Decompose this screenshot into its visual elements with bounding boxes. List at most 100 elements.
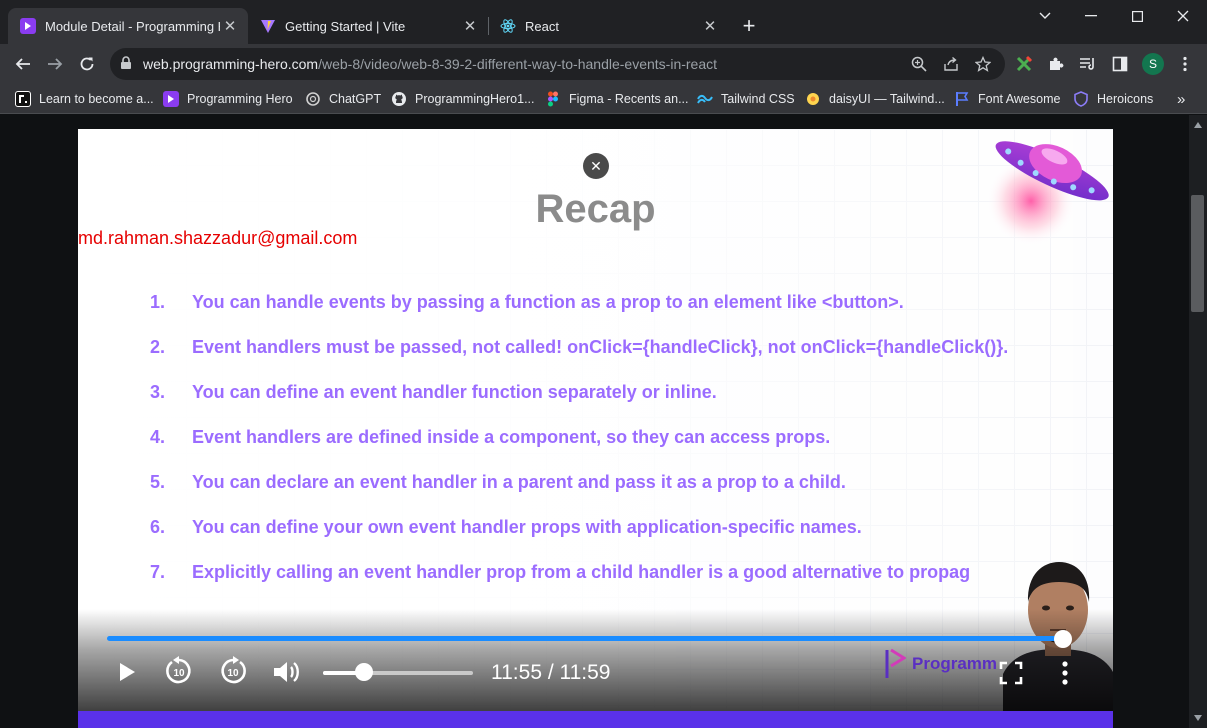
svg-text:10: 10	[173, 668, 185, 679]
item-text: You can define your own event handler pr…	[192, 517, 862, 537]
watermark-email: md.rahman.shazzadur@gmail.com	[78, 228, 358, 248]
side-panel-icon[interactable]	[1110, 54, 1130, 74]
scrollbar-thumb[interactable]	[1191, 195, 1204, 312]
item-number: 3.	[150, 382, 166, 402]
url-path: /web-8/video/web-8-39-2-different-way-to…	[318, 56, 718, 72]
item-text: You can define an event handler function…	[192, 382, 717, 402]
volume-icon[interactable]	[271, 657, 303, 687]
maximize-button[interactable]	[1114, 4, 1160, 28]
heroicons-icon	[1073, 91, 1089, 107]
more-bookmarks-chevron-icon[interactable]: »	[1177, 90, 1185, 108]
tab-title: React	[525, 18, 559, 34]
bookmark-item[interactable]: Heroicons	[1073, 90, 1153, 108]
reading-list-icon[interactable]	[1078, 54, 1098, 74]
share-icon[interactable]	[941, 54, 961, 74]
item-number: 1.	[150, 292, 166, 312]
bookmark-item[interactable]: Font Awesome	[954, 90, 1060, 108]
item-number: 6.	[150, 517, 166, 537]
url-host: web.programming-hero.com	[143, 56, 319, 72]
page-purple-banner	[78, 711, 1113, 728]
bookmark-label: Tailwind CSS	[721, 92, 795, 106]
tab-title: Module Detail - Programming Hero	[45, 18, 220, 34]
bookmark-label: Learn to become a...	[39, 92, 154, 106]
close-window-button[interactable]	[1160, 4, 1206, 28]
tab-strip: Module Detail - Programming Hero ✕ Getti…	[0, 0, 1207, 44]
item-number: 4.	[150, 427, 166, 447]
item-text: Explicitly calling an event handler prop…	[192, 562, 971, 582]
bookmark-label: Font Awesome	[978, 92, 1061, 106]
kebab-menu-icon[interactable]	[1175, 54, 1195, 74]
new-tab-button[interactable]: +	[737, 13, 761, 38]
tailwind-icon	[697, 91, 713, 107]
daisyui-icon	[805, 91, 821, 107]
r-logo-icon	[15, 91, 31, 107]
figma-icon	[545, 91, 561, 107]
item-text: You can handle events by passing a funct…	[192, 292, 904, 312]
programming-hero-logo-icon	[885, 648, 906, 678]
bookmark-item[interactable]: ChatGPT	[305, 90, 381, 108]
close-tab-icon[interactable]: ✕	[700, 16, 720, 36]
url-text: web.programming-hero.com/web-8/video/web…	[143, 56, 717, 72]
programming-hero-icon	[20, 18, 36, 34]
item-text: Event handlers are defined inside a comp…	[192, 427, 831, 447]
bookmark-item[interactable]: Learn to become a...	[15, 90, 154, 108]
forward-button[interactable]	[41, 50, 69, 78]
programming-hero-logo: Programm	[884, 647, 997, 681]
bookmark-label: daisyUI — Tailwind...	[829, 92, 945, 106]
close-overlay-button[interactable]: ✕	[583, 153, 609, 179]
bookmark-item[interactable]: daisyUI — Tailwind...	[805, 90, 945, 108]
volume-knob[interactable]	[354, 663, 373, 681]
bookmark-item[interactable]: Figma - Recents an...	[545, 90, 689, 108]
item-number: 2.	[150, 337, 166, 357]
vite-icon	[260, 18, 276, 34]
tab-react[interactable]: React ✕	[488, 8, 728, 44]
close-tab-icon[interactable]: ✕	[460, 16, 480, 36]
bookmarks-bar: Learn to become a... Programming Hero Ch…	[0, 84, 1207, 114]
bookmark-item[interactable]: ProgrammingHero1...	[391, 90, 535, 108]
bookmark-label: Programming Hero	[187, 92, 293, 106]
rewind-10-button[interactable]: 10	[163, 655, 195, 687]
minimize-button[interactable]	[1068, 4, 1114, 28]
tab-module-detail[interactable]: Module Detail - Programming Hero ✕	[8, 8, 248, 44]
logo-text: Programm	[912, 654, 998, 673]
tab-vite[interactable]: Getting Started | Vite ✕	[248, 8, 488, 44]
item-text: You can declare an event handler in a pa…	[192, 472, 846, 492]
bookmark-item[interactable]: Programming Hero	[163, 90, 293, 108]
reload-button[interactable]	[73, 50, 101, 78]
fullscreen-icon[interactable]	[997, 659, 1025, 687]
tab-title: Getting Started | Vite	[285, 18, 406, 34]
browser-toolbar: web.programming-hero.com/web-8/video/web…	[0, 44, 1207, 84]
bookmark-label: Heroicons	[1097, 92, 1154, 106]
item-number: 5.	[150, 472, 166, 492]
slide-title: Recap	[535, 187, 656, 231]
video-player[interactable]: ✕ Recap md.rahman.shazzadur@gmail.com 1.…	[78, 129, 1113, 711]
profile-avatar[interactable]: S	[1142, 53, 1164, 75]
chatgpt-icon	[305, 91, 321, 107]
item-number: 7.	[150, 562, 166, 582]
lock-icon	[120, 56, 132, 75]
font-awesome-icon	[954, 91, 970, 107]
video-timecode: 11:55 / 11:59	[491, 661, 611, 684]
zoom-icon[interactable]	[909, 54, 929, 74]
svg-text:10: 10	[227, 668, 239, 679]
bookmark-star-icon[interactable]	[973, 54, 993, 74]
bookmark-item[interactable]: Tailwind CSS	[697, 90, 795, 108]
more-options-icon[interactable]	[1056, 659, 1074, 687]
github-icon	[391, 91, 407, 107]
react-icon	[500, 18, 516, 34]
address-bar[interactable]: web.programming-hero.com/web-8/video/web…	[110, 48, 1005, 80]
back-button[interactable]	[9, 50, 37, 78]
item-text: Event handlers must be passed, not calle…	[192, 337, 1009, 357]
close-tab-icon[interactable]: ✕	[220, 16, 240, 36]
forward-10-button[interactable]: 10	[217, 655, 249, 687]
extension-tool-icon[interactable]	[1014, 54, 1034, 74]
play-button[interactable]	[114, 659, 140, 685]
volume-slider[interactable]	[323, 663, 473, 681]
chevron-down-icon[interactable]	[1022, 4, 1068, 28]
puzzle-extensions-icon[interactable]	[1046, 54, 1066, 74]
bookmark-label: ChatGPT	[329, 92, 382, 106]
video-progress-bar[interactable]	[107, 636, 1069, 641]
bookmark-label: Figma - Recents an...	[569, 92, 689, 106]
programming-hero-icon	[163, 91, 179, 107]
bookmark-label: ProgrammingHero1...	[415, 92, 535, 106]
